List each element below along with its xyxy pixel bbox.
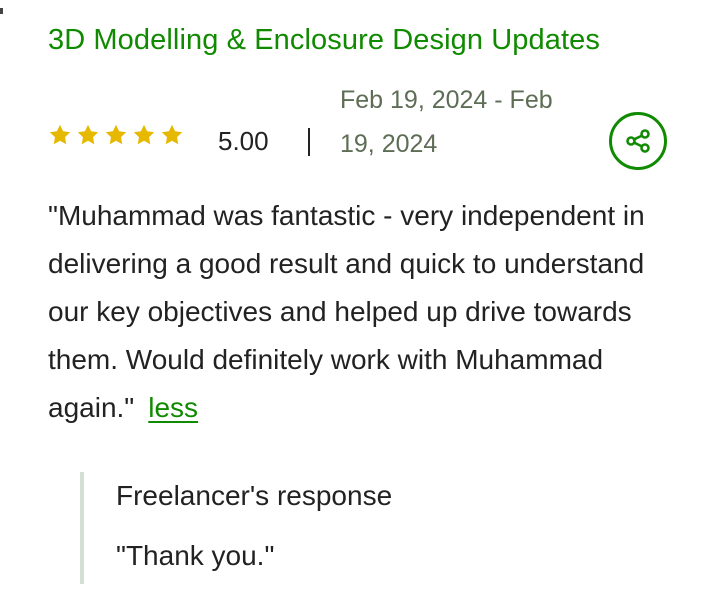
review-text: "Muhammad was fantastic - very independe… <box>48 200 645 423</box>
edge-divider <box>0 8 3 14</box>
response-title: Freelancer's response <box>116 480 393 511</box>
share-button[interactable] <box>609 112 667 170</box>
date-range: Feb 19, 2024 - Feb 19, 2024 <box>340 86 553 158</box>
job-title[interactable]: 3D Modelling & Enclosure Design Updates <box>48 20 678 60</box>
star-icon <box>161 124 183 145</box>
star-rating <box>48 123 184 147</box>
share-icon <box>626 129 650 153</box>
star-icon <box>133 124 155 145</box>
review-body: "Muhammad was fantastic - very independe… <box>48 192 678 432</box>
star-icon <box>77 124 99 145</box>
freelancer-response: Freelancer's response "Thank you." <box>80 472 640 584</box>
less-link[interactable]: less <box>148 392 198 423</box>
review-meta: 5.00 Feb 19, 2024 - Feb 19, 2024 <box>48 86 678 182</box>
review-card: 3D Modelling & Enclosure Design Updates … <box>48 20 678 432</box>
rating-value: 5.00 <box>218 126 269 156</box>
meta-divider <box>308 128 310 156</box>
star-icon <box>49 124 71 145</box>
response-text: "Thank you." <box>116 540 275 571</box>
star-icon <box>105 124 127 145</box>
